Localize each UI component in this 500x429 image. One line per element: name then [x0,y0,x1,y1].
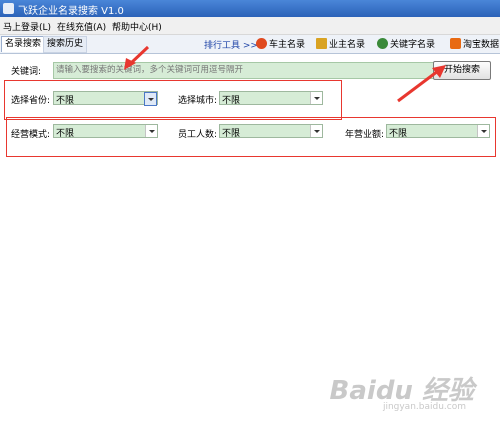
annual-revenue-select[interactable]: 不限 [386,124,490,139]
menu-login[interactable]: 马上登录(L) [3,20,51,33]
chevron-down-icon[interactable] [144,92,157,106]
start-search-button[interactable]: 开始搜索 [433,61,491,80]
business-mode-label: 经营模式: [11,130,51,140]
chevron-down-icon[interactable] [310,125,322,137]
chevron-down-icon[interactable] [145,125,157,137]
keyword-input[interactable] [53,62,434,79]
province-label: 选择省份: [11,96,51,106]
province-select[interactable]: 不限 [53,91,158,106]
window-title: 飞跃企业名录搜索 V1.0 [18,6,124,17]
menu-help[interactable]: 帮助中心(H) [112,20,162,33]
title-bar: 飞跃企业名录搜索 V1.0 [0,0,500,17]
staff-count-select[interactable]: 不限 [219,124,323,139]
ranking-tools-label: 排行工具 >> [204,41,258,51]
house-icon [316,38,327,49]
staff-count-label: 员工人数: [178,130,218,140]
tab-search[interactable]: 名录搜索 [1,36,46,52]
car-icon [256,38,267,49]
app-icon [3,3,14,14]
city-select[interactable]: 不限 [219,91,323,106]
search-globe-icon [377,38,388,49]
chevron-down-icon[interactable] [310,92,322,104]
business-mode-select[interactable]: 不限 [53,124,158,139]
annual-revenue-label: 年营业额: [345,130,385,140]
baidu-watermark-url: jingyan.baidu.com [382,402,466,412]
city-label: 选择城市: [178,96,218,106]
property-owner-button[interactable]: 业主名录 [316,37,365,51]
menu-recharge[interactable]: 在线充值(A) [57,20,106,33]
chevron-down-icon[interactable] [477,125,489,137]
menu-bar: 马上登录(L) 在线充值(A) 帮助中心(H) [0,17,500,35]
car-owner-button[interactable]: 车主名录 [256,37,305,51]
keyword-list-button[interactable]: 关键字名录 [377,37,435,51]
keyword-label: 关键词: [11,67,42,77]
tab-history[interactable]: 搜索历史 [43,36,88,53]
taobao-data-button[interactable]: 淘宝数据 [450,37,499,51]
taobao-icon [450,38,461,49]
toolbar: 名录搜索 搜索历史 排行工具 >> 车主名录 业主名录 关键字名录 淘宝数据 [0,35,500,54]
